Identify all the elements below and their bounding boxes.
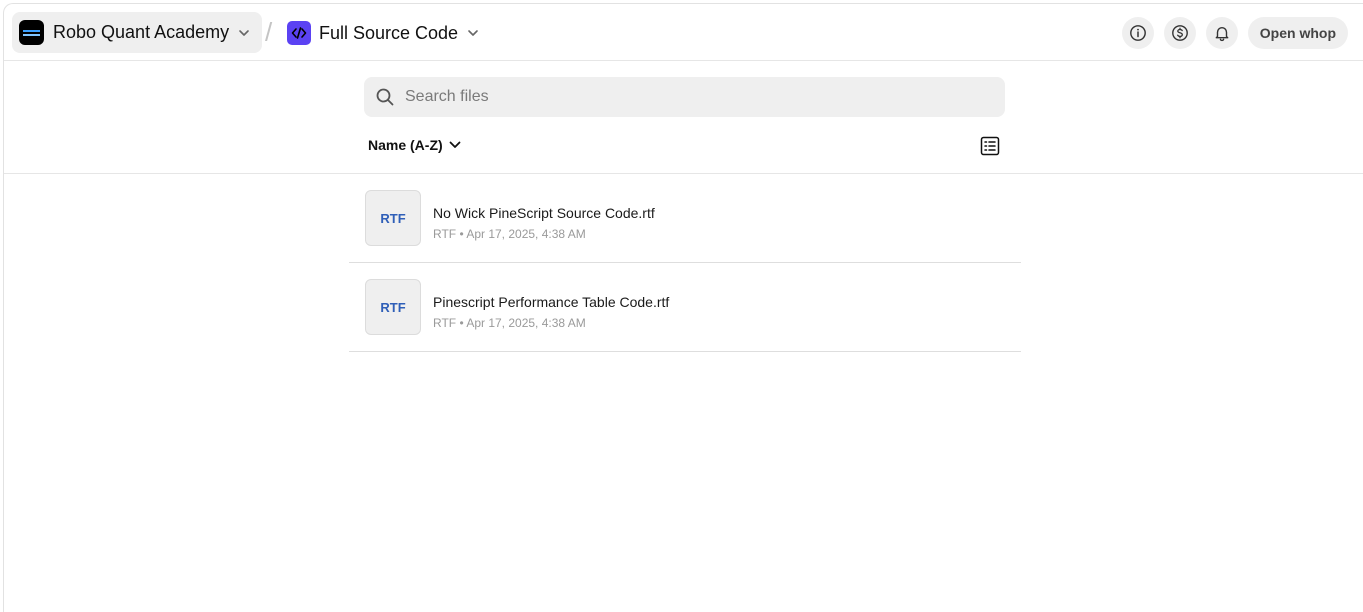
notifications-button[interactable] <box>1205 17 1238 49</box>
list-view-toggle[interactable] <box>979 135 1001 157</box>
search-bar[interactable] <box>364 77 1005 117</box>
bell-icon <box>1215 27 1229 42</box>
app-name: Robo Quant Academy <box>53 22 230 42</box>
section-name: Full Source Code <box>319 22 459 43</box>
info-button[interactable] <box>1121 17 1154 49</box>
section-switcher[interactable]: Full Source Code <box>287 20 480 46</box>
app-logo <box>19 20 44 45</box>
app-switcher[interactable]: Robo Quant Academy <box>12 12 262 53</box>
sort-dropdown[interactable]: Name (A-Z) <box>368 137 462 153</box>
file-meta: RTF • Apr 17, 2025, 4:38 AM <box>433 227 586 241</box>
file-type-thumbnail: RTF <box>365 279 421 335</box>
sort-label: Name (A-Z) <box>368 137 443 153</box>
file-type-thumbnail: RTF <box>365 190 421 246</box>
header-actions: Open whop <box>1121 17 1348 49</box>
list-view-icon <box>980 136 1000 156</box>
payments-button[interactable] <box>1163 17 1196 49</box>
dollar-icon <box>1171 25 1188 41</box>
code-icon <box>287 21 311 45</box>
file-row[interactable]: RTF No Wick PineScript Source Code.rtf R… <box>349 174 1021 263</box>
info-icon <box>1129 25 1146 41</box>
file-name[interactable]: No Wick PineScript Source Code.rtf <box>433 205 655 221</box>
chevron-down-icon <box>466 26 480 40</box>
breadcrumb-separator: / <box>265 17 273 47</box>
top-header: Robo Quant Academy / Full Source Code Op… <box>4 4 1363 61</box>
file-meta: RTF • Apr 17, 2025, 4:38 AM <box>433 316 586 330</box>
file-name[interactable]: Pinescript Performance Table Code.rtf <box>433 294 669 310</box>
chevron-down-icon <box>448 138 462 152</box>
search-icon <box>376 88 394 106</box>
file-row[interactable]: RTF Pinescript Performance Table Code.rt… <box>349 263 1021 352</box>
file-list: RTF No Wick PineScript Source Code.rtf R… <box>349 174 1021 352</box>
search-input[interactable] <box>405 88 985 106</box>
open-whop-button[interactable]: Open whop <box>1247 17 1348 49</box>
app-frame: Robo Quant Academy / Full Source Code Op… <box>3 3 1363 612</box>
chevron-down-icon <box>237 26 251 40</box>
